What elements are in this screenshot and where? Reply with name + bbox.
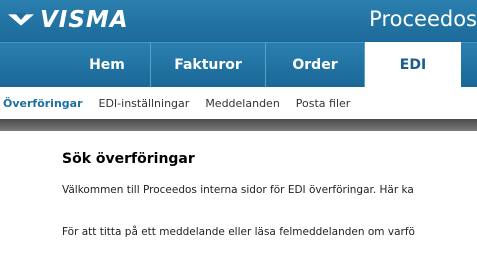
- logo-text: VISMA: [40, 7, 129, 33]
- sub-navigation: Överföringar EDI-inställningar Meddeland…: [0, 87, 477, 119]
- nav-tab-order[interactable]: Order: [266, 43, 365, 87]
- page-title: Sök överföringar: [62, 151, 195, 167]
- subnav-item-posta-filer[interactable]: Posta filer: [296, 97, 351, 110]
- nav-tab-hem[interactable]: Hem: [64, 43, 151, 87]
- main-navbar: Hem Fakturor Order EDI: [0, 42, 477, 88]
- intro-paragraph: Välkommen till Proceedos interna sidor f…: [62, 184, 414, 196]
- subnav-item-meddelanden[interactable]: Meddelanden: [205, 97, 279, 110]
- visma-logo-icon: [8, 11, 34, 29]
- app-title: Proceedos: [369, 7, 477, 31]
- visma-logo[interactable]: VISMA: [8, 5, 129, 35]
- nav-tab-fakturor[interactable]: Fakturor: [151, 43, 266, 87]
- header-divider: [0, 119, 477, 131]
- nav-tab-edi[interactable]: EDI: [365, 42, 461, 88]
- help-paragraph: För att titta på ett meddelande eller lä…: [62, 226, 415, 238]
- subnav-item-overforingar[interactable]: Överföringar: [3, 97, 83, 110]
- top-header: VISMA Proceedos: [0, 0, 477, 42]
- main-content: Sök överföringar Välkommen till Proceedo…: [0, 131, 477, 256]
- subnav-item-edi-installningar[interactable]: EDI-inställningar: [99, 97, 190, 110]
